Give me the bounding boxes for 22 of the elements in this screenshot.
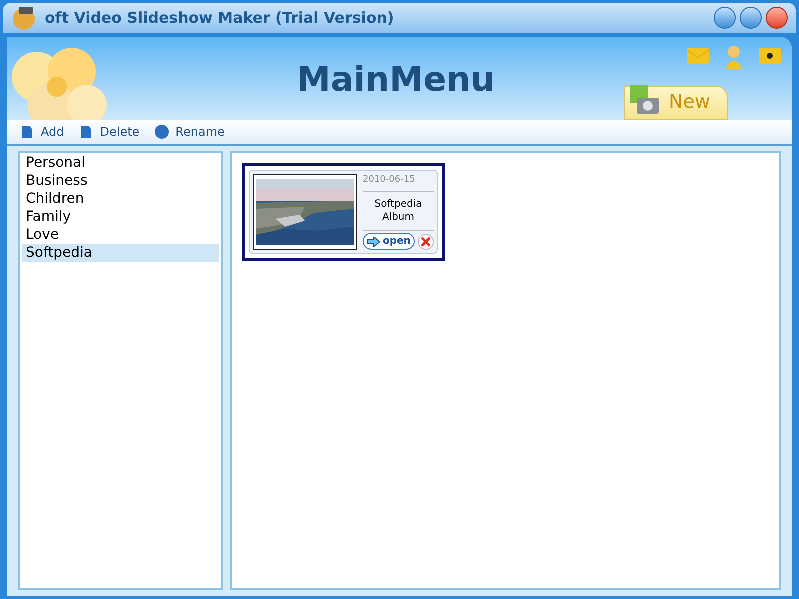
album-name: Softpedia Album: [374, 198, 424, 225]
arrow-icon: [367, 236, 381, 246]
rename-button[interactable]: Rename: [154, 123, 225, 141]
album-date: 2010-06-15: [363, 171, 434, 192]
category-item[interactable]: Softpedia: [22, 244, 219, 262]
window-title: oft Video Slideshow Maker (Trial Version): [45, 8, 394, 29]
page-icon: [19, 124, 35, 140]
category-item[interactable]: Children: [22, 190, 219, 208]
delete-icon[interactable]: [418, 234, 434, 250]
category-item[interactable]: Family: [22, 208, 219, 226]
category-item[interactable]: Love: [22, 226, 219, 244]
maximize-button[interactable]: [740, 7, 762, 29]
category-item[interactable]: Business: [22, 172, 219, 190]
album-card[interactable]: 2010-06-15 Softpedia Album open: [242, 163, 445, 261]
open-button[interactable]: open: [363, 233, 415, 250]
close-button[interactable]: [766, 7, 788, 29]
category-item[interactable]: Personal: [22, 154, 219, 172]
delete-button[interactable]: Delete: [78, 123, 140, 141]
camera-icon: [629, 84, 661, 116]
page-title: MainMenu: [297, 59, 495, 102]
add-button[interactable]: Add: [19, 123, 64, 141]
minimize-button[interactable]: [714, 7, 736, 29]
